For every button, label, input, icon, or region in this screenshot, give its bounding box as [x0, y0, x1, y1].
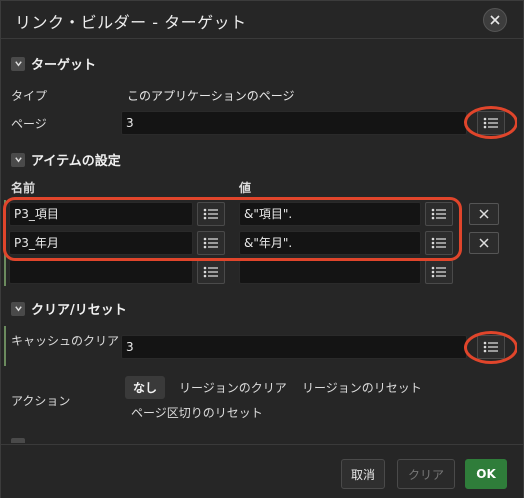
list-icon: [203, 208, 218, 220]
cache-clear-input[interactable]: 3: [121, 335, 467, 359]
list-icon: [483, 341, 498, 353]
item-value-list-button[interactable]: [425, 231, 453, 255]
list-icon: [483, 117, 498, 129]
item-value-input[interactable]: &"年月".: [239, 231, 421, 255]
dialog-title: リンク・ビルダー - ターゲット: [15, 13, 247, 32]
next-section-chevron-partial: [11, 438, 25, 443]
section-target-title: ターゲット: [31, 58, 97, 73]
page-list-button[interactable]: [477, 111, 505, 135]
delete-row-button[interactable]: [469, 203, 499, 225]
link-builder-dialog: リンク・ビルダー - ターゲット ターゲット タイプ このアプリケーションのペー…: [0, 0, 524, 498]
delete-row-button[interactable]: [469, 232, 499, 254]
item-value-input[interactable]: &"項目".: [239, 202, 421, 226]
close-icon: [479, 238, 489, 248]
list-icon: [203, 237, 218, 249]
section-target-header[interactable]: ターゲット: [11, 54, 96, 73]
cache-required-bar: [4, 326, 6, 366]
item-value-list-button[interactable]: [425, 202, 453, 226]
close-icon: [479, 209, 489, 219]
dialog-content[interactable]: ターゲット タイプ このアプリケーションのページ ページ 3 アイテムの設定 名…: [1, 40, 523, 443]
ok-button[interactable]: OK: [465, 459, 507, 489]
items-required-bar: [4, 200, 6, 286]
close-button[interactable]: [483, 8, 507, 32]
item-value-list-button[interactable]: [425, 260, 453, 284]
item-name-list-button[interactable]: [197, 231, 225, 255]
cache-clear-label: キャッシュのクリア: [11, 334, 120, 348]
value-column-header: 値: [239, 181, 252, 195]
name-column-header: 名前: [11, 181, 36, 195]
list-icon: [431, 237, 446, 249]
section-items-title: アイテムの設定: [31, 154, 121, 169]
chevron-down-icon: [11, 56, 25, 71]
close-icon: [490, 15, 500, 25]
action-label: アクション: [11, 394, 71, 408]
dialog-titlebar: リンク・ビルダー - ターゲット: [1, 1, 523, 39]
action-none-option[interactable]: なし: [125, 376, 166, 399]
section-clear-title: クリア/リセット: [31, 303, 127, 318]
chevron-down-icon: [11, 301, 25, 316]
chevron-down-icon: [11, 152, 25, 167]
item-value-input[interactable]: [239, 260, 421, 284]
content-scrollbar[interactable]: [517, 40, 523, 443]
action-reset-pagination-option[interactable]: ページ区切りのリセット: [123, 401, 271, 424]
list-icon: [431, 266, 446, 278]
section-items-header[interactable]: アイテムの設定: [11, 150, 121, 169]
list-icon: [203, 266, 218, 278]
cancel-button[interactable]: 取消: [341, 459, 385, 489]
section-clear-header[interactable]: クリア/リセット: [11, 299, 127, 318]
action-clear-region-option[interactable]: リージョンのクリア: [171, 376, 295, 399]
page-input[interactable]: 3: [121, 111, 467, 135]
item-name-list-button[interactable]: [197, 260, 225, 284]
type-label: タイプ: [11, 89, 48, 103]
type-value: このアプリケーションのページ: [127, 89, 295, 103]
item-name-input[interactable]: [9, 260, 193, 284]
action-reset-region-option[interactable]: リージョンのリセット: [294, 376, 430, 399]
item-name-input[interactable]: P3_項目: [9, 202, 193, 226]
page-label: ページ: [11, 117, 47, 131]
item-name-list-button[interactable]: [197, 202, 225, 226]
list-icon: [431, 208, 446, 220]
clear-button[interactable]: クリア: [397, 459, 455, 489]
cache-clear-list-button[interactable]: [477, 335, 505, 359]
dialog-footer: 取消 クリア OK: [1, 444, 523, 498]
item-name-input[interactable]: P3_年月: [9, 231, 193, 255]
